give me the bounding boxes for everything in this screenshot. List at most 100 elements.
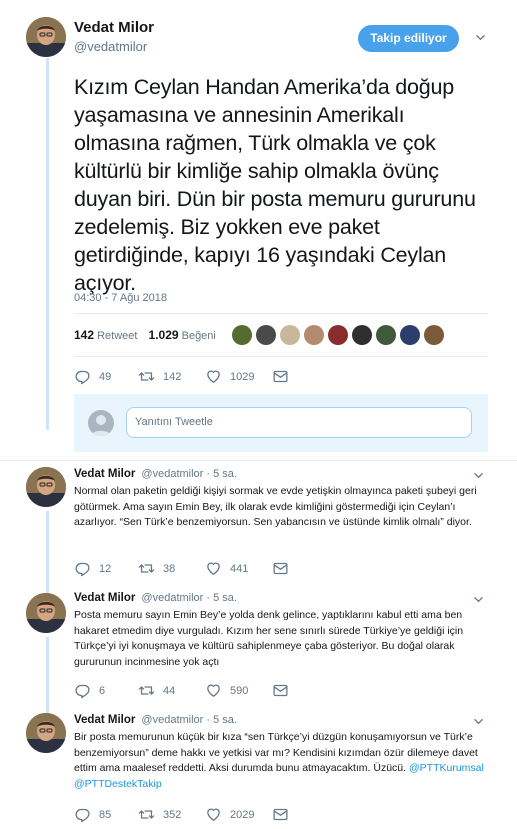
retweet-count: 352 (163, 808, 182, 821)
chevron-down-icon[interactable] (476, 33, 485, 42)
thread-line (46, 637, 49, 711)
retweet-action[interactable]: 44 (138, 682, 175, 699)
dm-action[interactable] (272, 806, 297, 823)
liker-avatar[interactable] (376, 325, 396, 345)
divider (74, 313, 488, 314)
retweet-action[interactable]: 38 (138, 560, 175, 577)
retweet-icon (138, 368, 155, 385)
retweet-icon (138, 560, 155, 577)
divider (74, 356, 488, 357)
author-name[interactable]: Vedat Milor (74, 592, 135, 604)
reply-time[interactable]: · 5 sa. (206, 468, 237, 480)
reply-icon (74, 806, 91, 823)
reply-icon (74, 682, 91, 699)
author-name[interactable]: Vedat Milor (74, 714, 135, 726)
liker-avatar[interactable] (232, 325, 252, 345)
heart-icon (205, 682, 222, 699)
liker-avatar[interactable] (352, 325, 372, 345)
reply-header: Vedat Milor @vedatmilor · 5 sa. (74, 592, 237, 604)
like-count: 2029 (230, 808, 255, 821)
liker-avatar[interactable] (280, 325, 300, 345)
envelope-icon (272, 368, 289, 385)
reply-input[interactable]: Yanıtını Tweetle (126, 407, 472, 438)
reply-count: 85 (99, 808, 112, 821)
author-handle[interactable]: @vedatmilor (141, 592, 203, 604)
envelope-icon (272, 682, 289, 699)
reply-text: Normal olan paketin geldiği kişiyi sorma… (74, 485, 477, 528)
heart-icon (205, 368, 222, 385)
reply-action[interactable]: 6 (74, 682, 105, 699)
reply-tweet[interactable]: Vedat Milor @vedatmilor · 5 sa. Bir post… (0, 711, 517, 829)
reply-text: Bir posta memurunun küçük bir kıza “sen … (74, 730, 494, 792)
reply-count: 49 (99, 370, 112, 383)
author-handle[interactable]: @vedatmilor (74, 39, 147, 54)
dm-action[interactable] (272, 560, 297, 577)
reply-time[interactable]: · 5 sa. (206, 714, 237, 726)
retweet-count: 142 (163, 370, 182, 383)
chevron-down-icon[interactable] (474, 595, 483, 604)
avatar[interactable] (26, 713, 66, 753)
retweet-icon (138, 682, 155, 699)
like-count: 590 (230, 684, 249, 697)
author-name[interactable]: Vedat Milor (74, 19, 154, 36)
retweet-action[interactable]: 142 (138, 368, 181, 385)
heart-icon (205, 560, 222, 577)
like-action[interactable]: 590 (205, 682, 248, 699)
reply-action[interactable]: 49 (74, 368, 111, 385)
avatar[interactable] (26, 593, 66, 633)
retweet-label[interactable]: Retweet (97, 330, 137, 342)
reply-tweet[interactable]: Vedat Milor @vedatmilor · 5 sa. Normal o… (0, 461, 517, 589)
reply-icon (74, 560, 91, 577)
user-avatar (88, 410, 114, 436)
reply-action[interactable]: 85 (74, 806, 111, 823)
reply-time[interactable]: · 5 sa. (206, 592, 237, 604)
like-action[interactable]: 441 (205, 560, 248, 577)
following-button[interactable]: Takip ediliyor (358, 25, 459, 52)
like-label[interactable]: Beğeni (182, 330, 216, 342)
author-name[interactable]: Vedat Milor (74, 468, 135, 480)
retweet-action[interactable]: 352 (138, 806, 181, 823)
tweet-actions: 49 142 1029 (74, 368, 304, 386)
reply-icon (74, 368, 91, 385)
avatar[interactable] (26, 17, 66, 57)
like-count: 441 (230, 562, 249, 575)
envelope-icon (272, 560, 289, 577)
like-count: 1029 (230, 370, 255, 383)
retweet-count: 44 (163, 684, 176, 697)
like-action[interactable]: 1029 (205, 368, 254, 385)
main-tweet: Vedat Milor @vedatmilor Takip ediliyor K… (0, 0, 517, 460)
thread-line (46, 511, 49, 589)
tweet-text: Kızım Ceylan Handan Amerika’da doğup yaş… (74, 75, 476, 295)
retweet-icon (138, 806, 155, 823)
liker-avatar[interactable] (256, 325, 276, 345)
liker-avatar[interactable] (328, 325, 348, 345)
tweet-stats: 142 Retweet 1.029 Beğeni (74, 328, 224, 342)
tweet-actions: 6 44 590 (74, 682, 304, 700)
tweet-timestamp[interactable]: 04:30 - 7 Ağu 2018 (74, 292, 167, 304)
retweet-count: 38 (163, 562, 176, 575)
heart-icon (205, 806, 222, 823)
reply-count: 6 (99, 684, 106, 697)
envelope-icon (272, 806, 289, 823)
reply-header: Vedat Milor @vedatmilor · 5 sa. (74, 468, 237, 480)
reply-action[interactable]: 12 (74, 560, 111, 577)
retweet-count[interactable]: 142 (74, 328, 94, 342)
tweet-actions: 12 38 441 (74, 560, 304, 578)
like-count[interactable]: 1.029 (149, 328, 179, 342)
avatar[interactable] (26, 467, 66, 507)
like-action[interactable]: 2029 (205, 806, 254, 823)
chevron-down-icon[interactable] (474, 471, 483, 480)
liker-avatar[interactable] (400, 325, 420, 345)
thread-line (46, 58, 49, 430)
liker-avatar[interactable] (424, 325, 444, 345)
liker-avatar[interactable] (304, 325, 324, 345)
chevron-down-icon[interactable] (474, 717, 483, 726)
reply-composer: Yanıtını Tweetle (74, 394, 488, 452)
dm-action[interactable] (272, 682, 297, 699)
reply-tweet[interactable]: Vedat Milor @vedatmilor · 5 sa. Posta me… (0, 589, 517, 711)
tweet-actions: 85 352 2029 (74, 806, 304, 824)
author-handle[interactable]: @vedatmilor (141, 468, 203, 480)
dm-action[interactable] (272, 368, 297, 385)
author-handle[interactable]: @vedatmilor (141, 714, 203, 726)
reply-header: Vedat Milor @vedatmilor · 5 sa. (74, 714, 237, 726)
